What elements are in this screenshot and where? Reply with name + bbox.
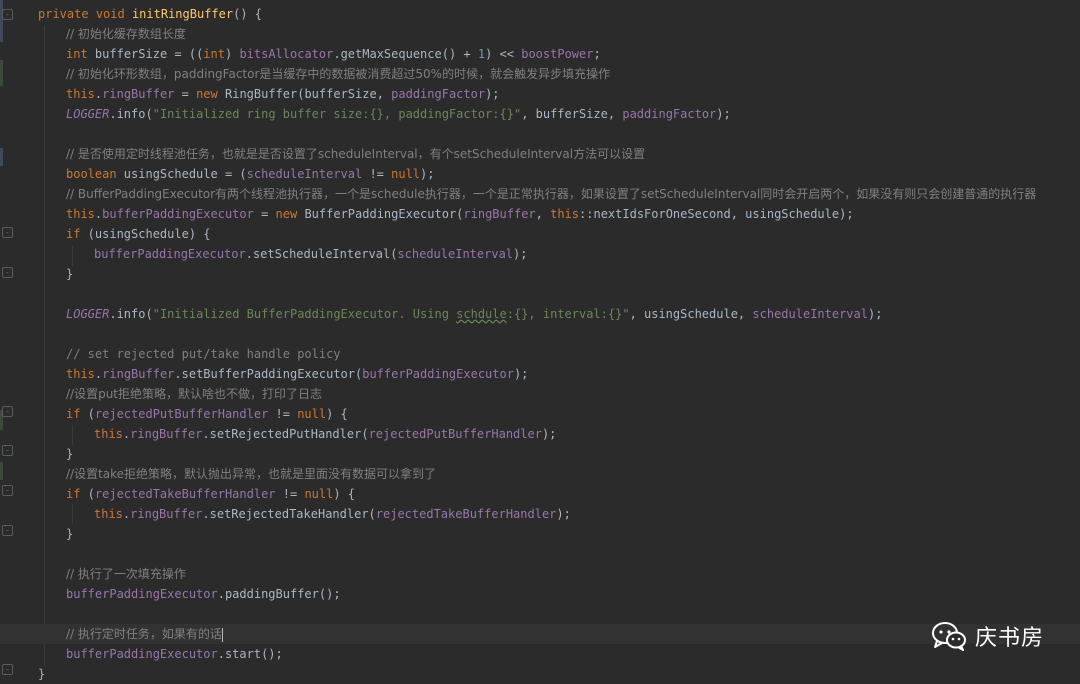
- code-line[interactable]: bufferPaddingExecutor.start();: [66, 644, 1080, 664]
- code-comment[interactable]: // BufferPaddingExecutor有两个线程池执行器，一个是sch…: [66, 184, 1080, 204]
- code-line[interactable]: int bufferSize = ((int) bitsAllocator.ge…: [66, 44, 1080, 64]
- code-line[interactable]: this.ringBuffer = new RingBuffer(bufferS…: [66, 84, 1080, 104]
- code-line[interactable]: bufferPaddingExecutor.paddingBuffer();: [66, 584, 1080, 604]
- watermark-text: 庆书房: [974, 626, 1044, 651]
- fold-toggle-icon[interactable]: -: [2, 445, 13, 456]
- editor-gutter: - - - - - - - -: [0, 0, 18, 684]
- code-line[interactable]: }: [66, 264, 1080, 284]
- code-line[interactable]: }: [38, 664, 1080, 684]
- change-marker: [0, 462, 3, 480]
- fold-toggle-icon[interactable]: -: [2, 227, 13, 238]
- code-comment[interactable]: // set rejected put/take handle policy: [66, 344, 1080, 364]
- change-marker: [0, 0, 3, 42]
- change-marker: [0, 148, 3, 166]
- text-caret: [221, 627, 223, 642]
- code-comment[interactable]: // 初始化缓存数组长度: [66, 24, 1080, 44]
- fold-toggle-icon[interactable]: -: [2, 406, 13, 417]
- change-marker: [0, 60, 3, 86]
- code-comment[interactable]: // 是否使用定时线程池任务，也就是是否设置了scheduleInterval，…: [66, 144, 1080, 164]
- code-editor[interactable]: private void initRingBuffer() { // 初始化缓存…: [0, 4, 1080, 684]
- code-line[interactable]: this.ringBuffer.setRejectedPutHandler(re…: [94, 424, 1080, 444]
- code-line[interactable]: if (rejectedTakeBufferHandler != null) {: [66, 484, 1080, 504]
- code-line[interactable]: }: [66, 444, 1080, 464]
- code-comment[interactable]: //设置take拒绝策略，默认抛出异常，也就是里面没有数据可以拿到了: [66, 464, 1080, 484]
- wechat-icon: [931, 622, 966, 651]
- code-line[interactable]: bufferPaddingExecutor.setScheduleInterva…: [94, 244, 1080, 264]
- code-line[interactable]: LOGGER.info("Initialized ring buffer siz…: [66, 104, 1080, 124]
- code-comment[interactable]: // 执行了一次填充操作: [66, 564, 1080, 584]
- fold-toggle-icon[interactable]: -: [2, 485, 13, 496]
- code-comment[interactable]: //设置put拒绝策略，默认啥也不做，打印了日志: [66, 384, 1080, 404]
- code-line[interactable]: this.ringBuffer.setRejectedTakeHandler(r…: [94, 504, 1080, 524]
- current-line[interactable]: // 执行定时任务，如果有的话: [0, 624, 1080, 644]
- code-line[interactable]: if (usingSchedule) {: [66, 224, 1080, 244]
- code-line[interactable]: }: [66, 524, 1080, 544]
- code-line[interactable]: LOGGER.info("Initialized BufferPaddingEx…: [66, 304, 1080, 324]
- fold-toggle-icon[interactable]: -: [2, 9, 13, 20]
- code-line[interactable]: private void initRingBuffer() {: [38, 4, 1080, 24]
- code-line[interactable]: this.bufferPaddingExecutor = new BufferP…: [66, 204, 1080, 224]
- fold-toggle-icon[interactable]: -: [2, 267, 13, 278]
- fold-toggle-icon[interactable]: -: [2, 525, 13, 536]
- code-comment[interactable]: // 初始化环形数组，paddingFactor是当缓存中的数据被消费超过50%…: [66, 64, 1080, 84]
- code-line[interactable]: if (rejectedPutBufferHandler != null) {: [66, 404, 1080, 424]
- fold-toggle-icon[interactable]: -: [2, 664, 13, 675]
- watermark: 庆书房: [931, 620, 1044, 652]
- code-line[interactable]: boolean usingSchedule = (scheduleInterva…: [66, 164, 1080, 184]
- code-line[interactable]: this.ringBuffer.setBufferPaddingExecutor…: [66, 364, 1080, 384]
